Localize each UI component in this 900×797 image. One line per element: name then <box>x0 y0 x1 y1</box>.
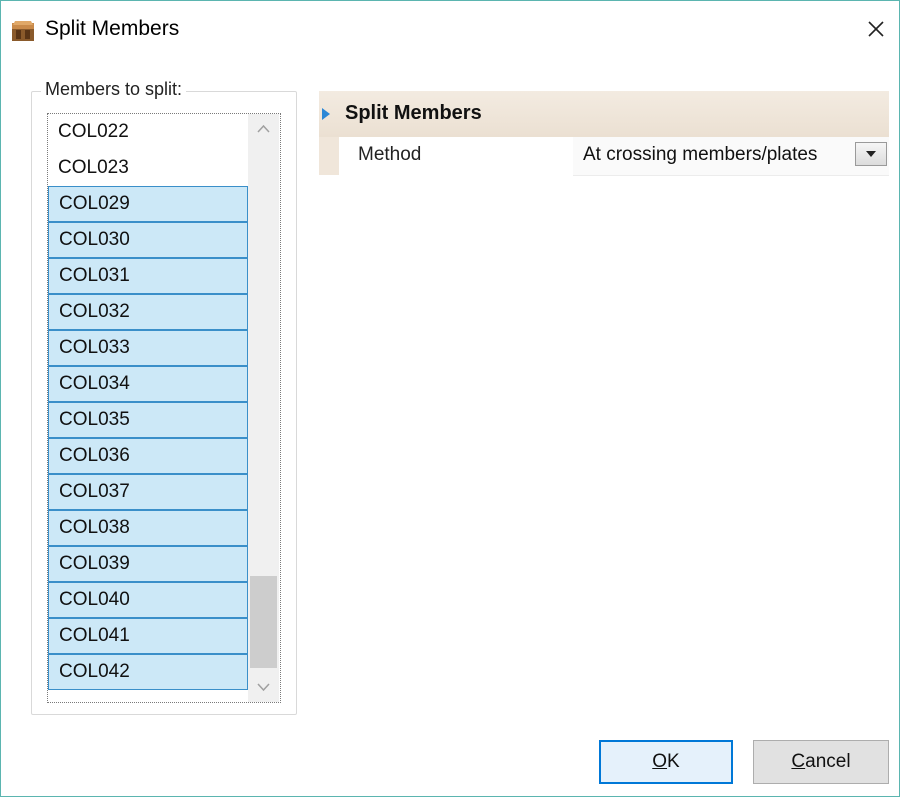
app-icon <box>11 19 35 43</box>
method-dropdown-button[interactable] <box>855 142 887 166</box>
scrollbar-thumb[interactable] <box>250 576 277 668</box>
member-list-item[interactable]: COL037 <box>48 474 248 510</box>
cancel-button-label: ancel <box>805 751 851 772</box>
members-listbox[interactable]: COL022 COL023 COL029 COL030 COL031 COL032 COL0… <box>47 113 281 703</box>
title-bar[interactable]: Split Members <box>1 1 899 61</box>
members-scrollbar[interactable] <box>248 114 279 702</box>
members-group-legend: Members to split: <box>41 79 187 100</box>
member-list-item[interactable]: COL042 <box>48 654 248 690</box>
dropdown-arrow-icon <box>865 145 877 163</box>
cancel-button[interactable]: Cancel <box>753 740 889 784</box>
scroll-down-arrow-icon[interactable] <box>256 679 271 694</box>
cancel-button-mnemonic: C <box>791 751 806 772</box>
member-list-item[interactable]: COL029 <box>48 186 248 222</box>
member-list-item[interactable]: COL023 <box>48 150 248 186</box>
member-list-item[interactable]: COL033 <box>48 330 248 366</box>
close-button[interactable] <box>853 11 899 51</box>
member-list-item[interactable]: COL031 <box>48 258 248 294</box>
ok-button[interactable]: OK <box>599 740 733 784</box>
split-members-dialog: Split Members Members to split: COL022 CO… <box>0 0 900 797</box>
window-title: Split Members <box>45 17 180 40</box>
member-list-item[interactable]: COL032 <box>48 294 248 330</box>
member-list-item[interactable]: COL035 <box>48 402 248 438</box>
method-property-value[interactable]: At crossing members/plates <box>583 144 853 166</box>
member-list-item[interactable]: COL036 <box>48 438 248 474</box>
member-list-item[interactable]: COL038 <box>48 510 248 546</box>
scroll-up-arrow-icon[interactable] <box>256 122 271 137</box>
members-list[interactable]: COL022 COL023 COL029 COL030 COL031 COL032 COL0… <box>48 114 248 690</box>
category-expanded-triangle-icon[interactable] <box>319 107 333 121</box>
member-list-item[interactable]: COL041 <box>48 618 248 654</box>
member-list-item[interactable]: COL040 <box>48 582 248 618</box>
method-property-label: Method <box>358 144 422 165</box>
property-row-gutter <box>319 137 339 175</box>
member-list-item[interactable]: COL039 <box>48 546 248 582</box>
property-category-title: Split Members <box>345 102 482 124</box>
member-list-item[interactable]: COL034 <box>48 366 248 402</box>
close-icon <box>867 20 885 43</box>
ok-button-label: K <box>667 751 680 772</box>
member-list-item[interactable]: COL022 <box>48 114 248 150</box>
ok-button-mnemonic: O <box>652 751 668 772</box>
member-list-item[interactable]: COL030 <box>48 222 248 258</box>
